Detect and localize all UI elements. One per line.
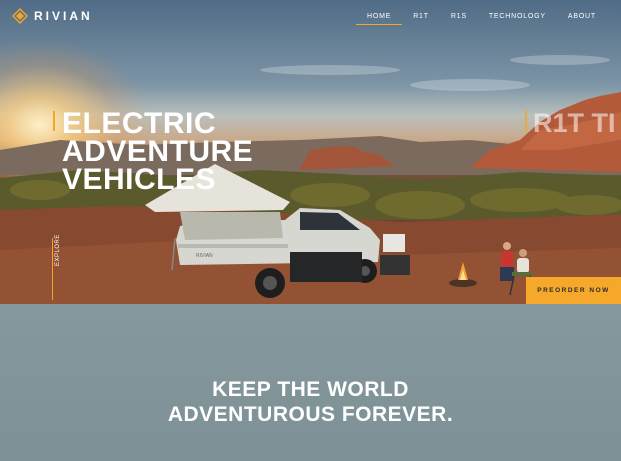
headline-line: VEHICLES (62, 163, 217, 196)
headline-line: ELECTRIC (62, 107, 216, 140)
nav-links: HOME R1T R1S TECHNOLOGY ABOUT (356, 12, 607, 25)
explore-label: EXPLORE (55, 234, 61, 266)
mission-statement: KEEP THE WORLD ADVENTUROUS FOREVER. (0, 377, 621, 427)
nav-item-technology[interactable]: TECHNOLOGY (478, 12, 557, 25)
mission-section: KEEP THE WORLD ADVENTUROUS FOREVER. (0, 304, 621, 461)
top-navigation: RIVIAN HOME R1T R1S TECHNOLOGY ABOUT (0, 0, 621, 34)
brand-logo[interactable]: RIVIAN (12, 8, 93, 24)
mission-line-2: ADVENTUROUS FOREVER. (167, 403, 454, 426)
explore-scroll-indicator[interactable]: EXPLORE (52, 234, 64, 300)
nav-item-home[interactable]: HOME (356, 12, 403, 25)
headline-accent-bar (53, 111, 55, 131)
nav-item-about[interactable]: ABOUT (557, 12, 607, 25)
explore-line (52, 238, 53, 300)
mission-line-1: KEEP THE WORLD (212, 378, 409, 401)
preorder-button[interactable]: PREORDER NOW (526, 277, 621, 304)
nav-item-r1s[interactable]: R1S (440, 12, 478, 25)
next-slide-label[interactable]: R1T TI (533, 109, 616, 137)
nav-item-r1t[interactable]: R1T (402, 12, 440, 25)
headline-line: ADVENTURE (62, 135, 254, 168)
hero-section: RIVIAN RIVIAN HOME R1T R1S TECHNOLOGY AB… (0, 0, 621, 304)
brand-wordmark: RIVIAN (34, 9, 93, 23)
next-slide-accent-bar (525, 110, 527, 132)
clouds (260, 55, 610, 91)
hero-headline: ELECTRIC ADVENTURE VEHICLES (62, 107, 254, 196)
truck-badge: RIVIAN (196, 253, 213, 259)
rivian-compass-icon (12, 8, 28, 24)
